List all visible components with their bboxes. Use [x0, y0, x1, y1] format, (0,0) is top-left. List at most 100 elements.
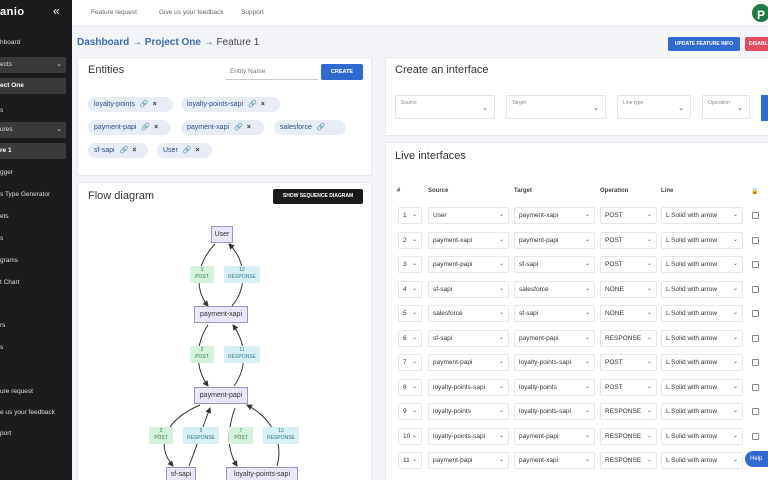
target-cell[interactable]: payment-xapi ⌄ — [514, 207, 595, 224]
link-icon[interactable]: 🔗 — [141, 120, 150, 135]
target-cell[interactable]: payment-papi ⌄ — [514, 232, 595, 249]
lock-checkbox[interactable] — [752, 261, 759, 268]
entity-chip[interactable]: loyalty-points 🔗 × — [88, 97, 173, 112]
operation-select[interactable]: Operation ⌄ — [702, 95, 750, 119]
target-cell[interactable]: payment-papi ⌄ — [514, 330, 595, 347]
sidebar-item-projects[interactable]: ects ⌄ — [0, 57, 66, 73]
close-icon[interactable]: × — [247, 120, 251, 135]
entity-chip[interactable]: sf-sapi 🔗 × — [88, 143, 148, 158]
operation-cell[interactable]: POST ⌄ — [600, 256, 657, 273]
operation-cell[interactable]: RESPONSE ⌄ — [600, 428, 657, 445]
flow-node[interactable]: sf-sapi — [166, 467, 196, 480]
operation-cell[interactable]: RESPONSE ⌄ — [600, 330, 657, 347]
breadcrumb-dashboard[interactable]: Dashboard — [77, 37, 129, 48]
line-cell[interactable]: L Solid with arrow ⌄ — [661, 354, 743, 371]
lock-checkbox[interactable] — [752, 359, 759, 366]
operation-cell[interactable]: POST ⌄ — [600, 207, 657, 224]
line-cell[interactable]: L Solid with arrow ⌄ — [661, 256, 743, 273]
create-interface-button[interactable] — [761, 95, 768, 121]
source-select[interactable]: Source ⌄ — [395, 95, 495, 119]
source-cell[interactable]: payment-papi ⌄ — [428, 256, 509, 273]
close-icon[interactable]: × — [154, 120, 158, 135]
row-number-select[interactable]: 8 ⌄ — [398, 379, 422, 396]
row-number-select[interactable]: 3 ⌄ — [398, 256, 422, 273]
operation-cell[interactable]: RESPONSE ⌄ — [600, 452, 657, 469]
operation-cell[interactable]: POST ⌄ — [600, 354, 657, 371]
sidebar-item-feature-1[interactable]: re 1 — [0, 143, 66, 159]
flow-node[interactable]: payment-xapi — [194, 306, 248, 323]
collapse-sidebar-icon[interactable]: « — [53, 4, 60, 18]
operation-cell[interactable]: POST ⌄ — [600, 379, 657, 396]
row-number-select[interactable]: 4 ⌄ — [398, 281, 422, 298]
line-type-select[interactable]: Line type ⌄ — [617, 95, 691, 119]
link-icon[interactable]: 🔗 — [183, 143, 192, 158]
flow-node[interactable]: payment-papi — [194, 387, 248, 404]
target-cell[interactable]: payment-xapi ⌄ — [514, 452, 595, 469]
source-cell[interactable]: loyalty-points ⌄ — [428, 403, 509, 420]
close-icon[interactable]: × — [196, 143, 200, 158]
link-icon[interactable]: 🔗 — [317, 120, 326, 135]
lock-checkbox[interactable] — [752, 286, 759, 293]
line-cell[interactable]: L Solid with arrow ⌄ — [661, 232, 743, 249]
row-number-select[interactable]: 7 ⌄ — [398, 354, 422, 371]
entity-chip[interactable]: payment-papi 🔗 × — [88, 120, 171, 135]
disable-button[interactable]: DISABLE — [745, 37, 768, 51]
top-link-support[interactable]: Support — [241, 9, 264, 16]
source-cell[interactable]: sf-sapi ⌄ — [428, 330, 509, 347]
breadcrumb-project[interactable]: Project One — [145, 37, 201, 48]
row-number-select[interactable]: 6 ⌄ — [398, 330, 422, 347]
link-icon[interactable]: 🔗 — [234, 120, 243, 135]
lock-checkbox[interactable] — [752, 384, 759, 391]
entity-name-input[interactable] — [226, 64, 318, 80]
entity-chip[interactable]: User 🔗 × — [157, 143, 212, 158]
lock-checkbox[interactable] — [752, 408, 759, 415]
operation-cell[interactable]: RESPONSE ⌄ — [600, 403, 657, 420]
target-cell[interactable]: sf-sapi ⌄ — [514, 305, 595, 322]
lock-checkbox[interactable] — [752, 212, 759, 219]
sidebar-item-diagrams[interactable]: grams — [0, 253, 66, 269]
target-cell[interactable]: sf-sapi ⌄ — [514, 256, 595, 273]
create-entity-button[interactable]: CREATE — [321, 64, 363, 80]
target-cell[interactable]: loyalty-points-sapi ⌄ — [514, 354, 595, 371]
entity-chip[interactable]: salesforce 🔗 — [274, 120, 346, 135]
line-cell[interactable]: L Solid with arrow ⌄ — [661, 428, 743, 445]
target-cell[interactable]: salesforce ⌄ — [514, 281, 595, 298]
operation-cell[interactable]: NONE ⌄ — [600, 305, 657, 322]
sidebar-item-dashboard[interactable]: hboard — [0, 35, 66, 51]
close-icon[interactable]: × — [153, 97, 157, 112]
row-number-select[interactable]: 5 ⌄ — [398, 305, 422, 322]
show-sequence-diagram-button[interactable]: SHOW SEQUENCE DIAGRAM — [273, 189, 363, 204]
line-cell[interactable]: L Solid with arrow ⌄ — [661, 452, 743, 469]
sidebar-item-features[interactable]: ures ⌄ — [0, 122, 66, 138]
sidebar-item-assets[interactable]: ets — [0, 209, 66, 225]
close-icon[interactable]: × — [261, 97, 265, 112]
sidebar-item-s2[interactable]: s — [0, 231, 66, 247]
update-feature-info-button[interactable]: UPDATE FEATURE INFO — [668, 37, 740, 51]
sidebar-item-project-one[interactable]: ect One — [0, 78, 66, 94]
line-cell[interactable]: L Solid with arrow ⌄ — [661, 379, 743, 396]
close-icon[interactable]: × — [132, 143, 136, 158]
avatar[interactable]: P — [750, 2, 768, 24]
source-cell[interactable]: payment-xapi ⌄ — [428, 232, 509, 249]
source-cell[interactable]: loyalty-points-sapi ⌄ — [428, 428, 509, 445]
link-icon[interactable]: 🔗 — [120, 143, 129, 158]
line-cell[interactable]: L Solid with arrow ⌄ — [661, 207, 743, 224]
source-cell[interactable]: User ⌄ — [428, 207, 509, 224]
link-icon[interactable]: 🔗 — [248, 97, 257, 112]
sidebar-item-type-generator[interactable]: s Type Generator — [0, 187, 66, 203]
line-cell[interactable]: L Solid with arrow ⌄ — [661, 281, 743, 298]
top-link-feature-request[interactable]: Feature request — [91, 9, 137, 16]
line-cell[interactable]: L Solid with arrow ⌄ — [661, 330, 743, 347]
row-number-select[interactable]: 1 ⌄ — [398, 207, 422, 224]
row-number-select[interactable]: 11 ⌄ — [398, 452, 422, 469]
source-cell[interactable]: loyalty-points-sapi ⌄ — [428, 379, 509, 396]
lock-checkbox[interactable] — [752, 237, 759, 244]
target-cell[interactable]: loyalty-points-sapi ⌄ — [514, 403, 595, 420]
sidebar-item-feature-request[interactable]: ure request — [0, 384, 66, 400]
source-cell[interactable]: sf-sapi ⌄ — [428, 281, 509, 298]
target-select[interactable]: Target ⌄ — [506, 95, 606, 119]
lock-checkbox[interactable] — [752, 433, 759, 440]
source-cell[interactable]: payment-papi ⌄ — [428, 452, 509, 469]
sidebar-item-s[interactable]: s — [0, 103, 66, 119]
entity-chip[interactable]: loyalty-points-sapi 🔗 × — [181, 97, 280, 112]
